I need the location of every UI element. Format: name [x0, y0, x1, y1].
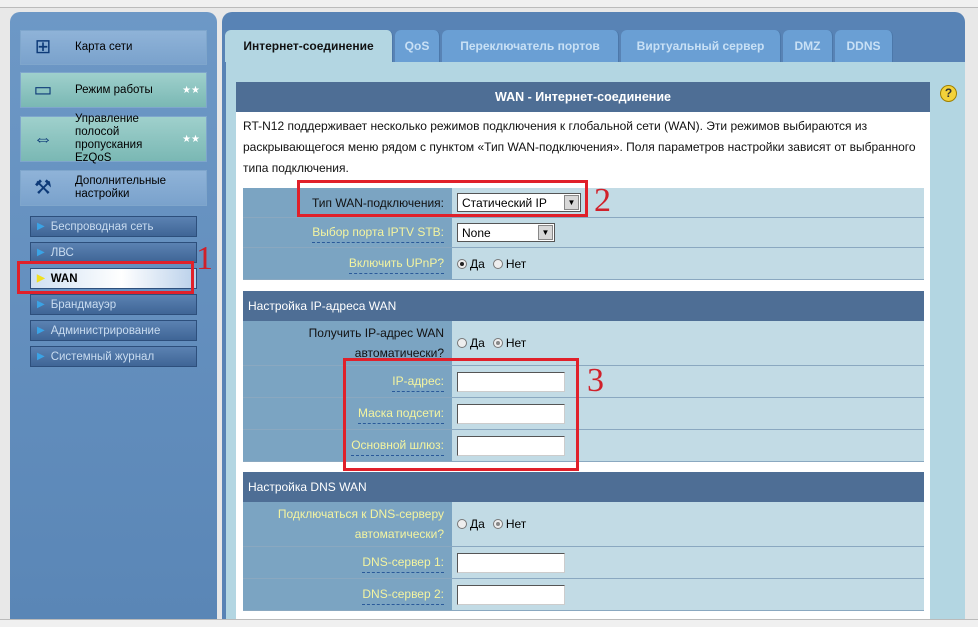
arrow-icon: ▶ — [37, 221, 45, 232]
chevron-down-icon: ▼ — [538, 225, 553, 240]
auto-ip-no-radio[interactable] — [492, 338, 503, 348]
dns1-row: DNS-сервер 1: — [243, 547, 924, 579]
arrow-icon: ▶ — [37, 299, 45, 310]
submenu-label: Беспроводная сеть — [50, 220, 154, 233]
label-cell: Подключаться к DNS-серверу автоматически… — [243, 502, 452, 546]
annotation-box-1 — [17, 261, 194, 294]
auto-dns-no-radio[interactable] — [492, 519, 503, 529]
yes-label: Да — [470, 336, 485, 350]
auto-ip-label: Получить IP-адрес WAN автоматически? — [308, 326, 444, 360]
bandwidth-icon: ⇔ — [33, 127, 53, 150]
menu-advanced[interactable]: ⚒ Дополнительные настройки — [20, 170, 207, 206]
no-label: Нет — [505, 256, 527, 271]
label-cell: DNS-сервер 1: — [243, 547, 452, 578]
network-map-icon: ⊞ — [34, 36, 52, 58]
dns1-input[interactable] — [457, 552, 565, 573]
yes-label: Да — [470, 256, 485, 271]
help-icon[interactable]: ? — [940, 85, 957, 102]
arrow-icon: ▶ — [37, 351, 45, 362]
upnp-no-radio[interactable] — [492, 258, 503, 269]
window-top-border — [0, 0, 978, 8]
submenu-wireless[interactable]: ▶ Беспроводная сеть — [30, 216, 197, 237]
submenu-firewall[interactable]: ▶ Брандмауэр — [30, 294, 197, 315]
tools-icon: ⚒ — [34, 176, 52, 199]
submenu-label: Администрирование — [50, 324, 161, 337]
iptv-label[interactable]: Выбор порта IPTV STB: — [312, 222, 444, 243]
menu-ezqos[interactable]: ⇔ Управление полосой пропускания EzQoS ★★ — [20, 113, 207, 164]
menu-label: Режим работы — [75, 83, 153, 96]
tab-internet[interactable]: Интернет-соединение — [225, 30, 393, 62]
ip-section-header: Настройка IP-адреса WAN — [243, 291, 924, 321]
submenu-system-log[interactable]: ▶ Системный журнал — [30, 346, 197, 367]
arrow-icon: ▶ — [37, 247, 45, 258]
auto-ip-yes-radio[interactable] — [457, 338, 467, 348]
upnp-row: Включить UPnP? Да Нет — [243, 248, 924, 280]
tab-ddns[interactable]: DDNS — [835, 30, 893, 62]
auto-dns-label[interactable]: Подключаться к DNS-серверу автоматически… — [264, 504, 444, 544]
annotation-box-2 — [297, 180, 588, 217]
submenu-label: ЛВС — [50, 246, 74, 259]
dns2-row: DNS-сервер 2: — [243, 579, 924, 611]
submenu-label: Брандмауэр — [50, 298, 117, 311]
dns2-input[interactable] — [457, 584, 565, 605]
upnp-yes-radio[interactable] — [457, 258, 467, 269]
tab-dmz[interactable]: DMZ — [783, 30, 833, 62]
submenu-label: Системный журнал — [50, 350, 155, 363]
arrow-icon: ▶ — [37, 325, 45, 336]
menu-label: Управление полосой пропускания EzQoS — [75, 113, 143, 164]
panel-title: WAN - Интернет-соединение — [236, 82, 930, 112]
dns1-label[interactable]: DNS-сервер 1: — [362, 552, 444, 573]
dns2-label[interactable]: DNS-сервер 2: — [362, 584, 444, 605]
iptv-select[interactable]: None ▼ — [457, 223, 555, 242]
auto-dns-row: Подключаться к DNS-серверу автоматически… — [243, 502, 924, 547]
tab-switch[interactable]: Переключатель портов — [442, 30, 619, 62]
annotation-number-3: 3 — [587, 362, 604, 399]
menu-network-map[interactable]: ⊞ Карта сети — [20, 30, 207, 65]
menu-label: Карта сети — [75, 41, 133, 53]
submenu-lan[interactable]: ▶ ЛВС — [30, 242, 197, 263]
yes-label: Да — [470, 517, 485, 531]
no-label: Нет — [505, 336, 527, 350]
router-icon: ▭ — [33, 78, 53, 101]
label-cell: Включить UPnP? — [243, 248, 452, 279]
label-cell: DNS-сервер 2: — [243, 579, 452, 610]
tab-virtual-server[interactable]: Виртуальный сервер — [621, 30, 781, 62]
iptv-value: None — [462, 225, 491, 240]
menu-label: Дополнительные настройки — [75, 175, 167, 200]
annotation-number-2: 2 — [594, 182, 611, 219]
stars-icon: ★★ — [182, 84, 200, 96]
dns-section-header: Настройка DNS WAN — [243, 472, 924, 502]
iptv-row: Выбор порта IPTV STB: None ▼ — [243, 218, 924, 248]
auto-dns-yes-radio[interactable] — [457, 519, 467, 529]
upnp-label[interactable]: Включить UPnP? — [348, 253, 444, 274]
stars-icon: ★★ — [182, 133, 200, 145]
annotation-number-1: 1 — [196, 240, 213, 277]
label-cell: Выбор порта IPTV STB: — [243, 218, 452, 247]
annotation-box-3 — [343, 358, 579, 471]
description: RT-N12 поддерживает несколько режимов по… — [243, 119, 916, 175]
menu-operation-mode[interactable]: ▭ Режим работы ★★ — [20, 72, 207, 108]
window-bottom-border — [0, 619, 978, 627]
no-label: Нет — [505, 517, 527, 531]
submenu-administration[interactable]: ▶ Администрирование — [30, 320, 197, 341]
tab-qos[interactable]: QoS — [395, 30, 440, 62]
